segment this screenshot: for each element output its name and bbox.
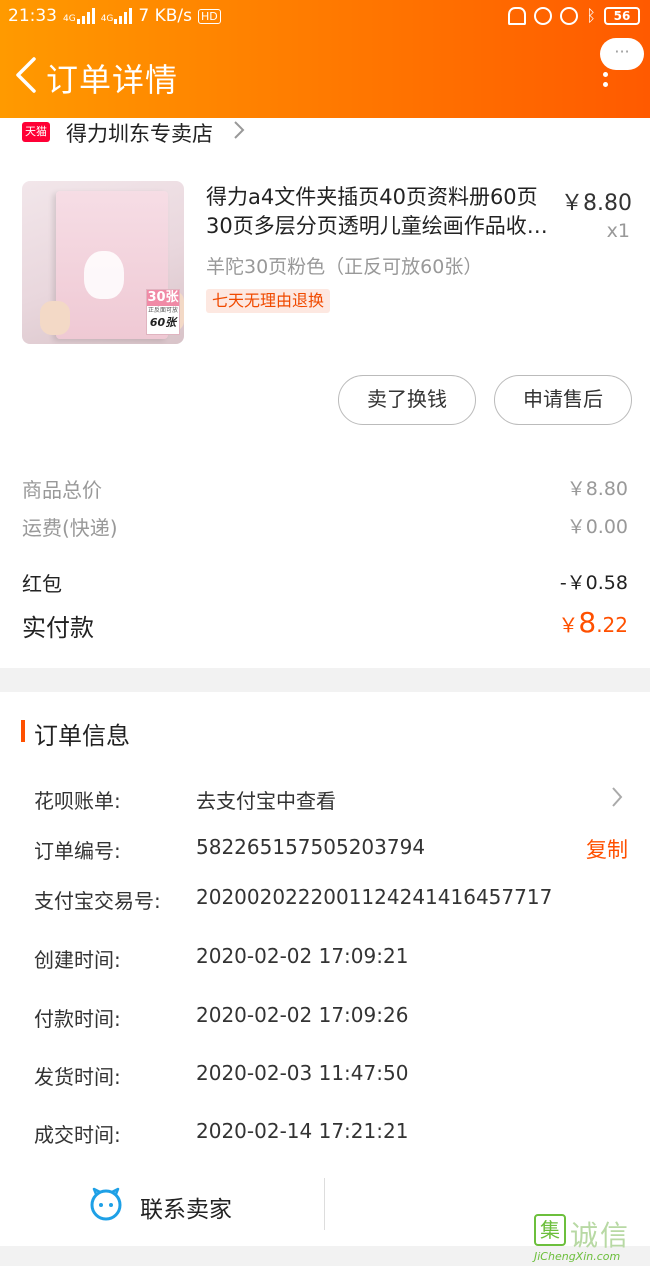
product-price: ￥8.80 (561, 191, 632, 216)
bluetooth-icon: ᛒ (586, 6, 596, 25)
status-bar: 21:33 4G 4G 7 KB/s HD ᛒ 56 (0, 0, 650, 34)
status-time: 21:33 (8, 6, 57, 26)
network-speed: 7 KB/s (138, 6, 193, 26)
product-image-cat (84, 251, 124, 299)
alipay-trade-label: 支付宝交易号: (34, 889, 161, 913)
shop-name[interactable]: 得力圳东专卖店 (66, 118, 213, 148)
shop-row[interactable]: 天猫 得力圳东专卖店 (0, 118, 650, 154)
created-time-value: 2020-02-02 17:09:21 (196, 944, 409, 968)
contact-seller-button[interactable]: 联系卖家 (140, 1190, 232, 1224)
return-policy-badge: 七天无理由退换 (206, 289, 331, 313)
signal-icon-1: 4G (63, 8, 95, 24)
more-bubble[interactable]: ··· (600, 38, 644, 70)
red-packet-label: 红包 (22, 572, 62, 596)
product-image-label-count: 30张 (147, 290, 179, 306)
signal-icon-2: 4G (101, 8, 133, 24)
shipped-time-label: 发货时间: (34, 1065, 121, 1089)
watermark-mark: 集 (534, 1214, 566, 1246)
section-divider (0, 668, 650, 692)
shipped-time-value: 2020-02-03 11:47:50 (196, 1061, 409, 1085)
page-title: 订单详情 (46, 61, 179, 99)
product-spec: 羊陀30页粉色（正反可放60张） (206, 256, 483, 278)
completed-time-label: 成交时间: (34, 1123, 121, 1147)
paid-currency: ￥ (558, 613, 579, 637)
more-menu-icon[interactable] (603, 72, 609, 94)
back-icon[interactable] (12, 56, 42, 94)
red-packet-value: -￥0.58 (559, 572, 628, 594)
shipping-label: 运费(快递) (22, 516, 118, 540)
paid-amount-value: ￥8.22 (558, 606, 628, 639)
alipay-trade-value: 2020020222001124241416457717 (196, 885, 553, 909)
paid-time-label: 付款时间: (34, 1007, 121, 1031)
watermark-logo: 集 诚信 JiChengXin.com (534, 1214, 650, 1266)
huabei-bill-link[interactable]: 去支付宝中查看 (196, 785, 336, 814)
sell-for-cash-button[interactable]: 卖了换钱 (338, 375, 476, 425)
tmall-badge: 天猫 (22, 122, 50, 142)
product-quantity: x1 (606, 220, 630, 242)
after-sale-button[interactable]: 申请售后 (494, 375, 632, 425)
created-time-label: 创建时间: (34, 948, 121, 972)
paid-decimal: .22 (596, 613, 628, 637)
completed-time-value: 2020-02-14 17:21:21 (196, 1119, 409, 1143)
order-number-value: 582265157505203794 (196, 835, 426, 859)
order-number-label: 订单编号: (34, 839, 121, 863)
product-image-label: 30张 正反面可放 60张 (146, 289, 180, 335)
product-title[interactable]: 得力a4文件夹插页40页资料册60页30页多层分页透明儿童绘画作品收纳册 (206, 183, 550, 241)
lock-rotation-icon (534, 6, 553, 25)
alarm-icon (560, 6, 579, 25)
paid-integer: 8 (578, 606, 597, 639)
product-image-label-60: 60张 (149, 316, 177, 329)
total-price-label: 商品总价 (22, 478, 102, 502)
paid-amount-label: 实付款 (22, 614, 94, 642)
hd-icon: HD (198, 8, 221, 24)
network-type-1: 4G (63, 14, 76, 24)
product-image-label-sub: 正反面可放 (147, 307, 178, 314)
chat-icon[interactable] (88, 1186, 124, 1222)
bottom-divider (324, 1178, 325, 1230)
battery-icon: 56 (604, 6, 640, 25)
huabei-bill-label: 花呗账单: (34, 789, 121, 813)
chevron-right-icon[interactable] (610, 786, 624, 808)
chevron-right-icon (234, 121, 245, 139)
watermark-url: JiChengXin.com (534, 1250, 621, 1263)
copy-button[interactable]: 复制 (586, 834, 628, 864)
network-type-2: 4G (100, 14, 114, 24)
header-bar: 21:33 4G 4G 7 KB/s HD ᛒ 56 订单详情 ··· (0, 0, 650, 118)
bell-icon (508, 6, 527, 25)
total-price-value: ￥8.80 (566, 478, 628, 500)
section-accent-bar (21, 720, 25, 742)
order-info-title: 订单信息 (34, 722, 130, 750)
product-image[interactable]: 30张 正反面可放 60张 (22, 181, 184, 344)
watermark-text: 诚信 (570, 1219, 631, 1252)
shipping-value: ￥0.00 (566, 516, 628, 538)
paid-time-value: 2020-02-02 17:09:26 (196, 1003, 409, 1027)
product-image-hand (40, 301, 70, 335)
